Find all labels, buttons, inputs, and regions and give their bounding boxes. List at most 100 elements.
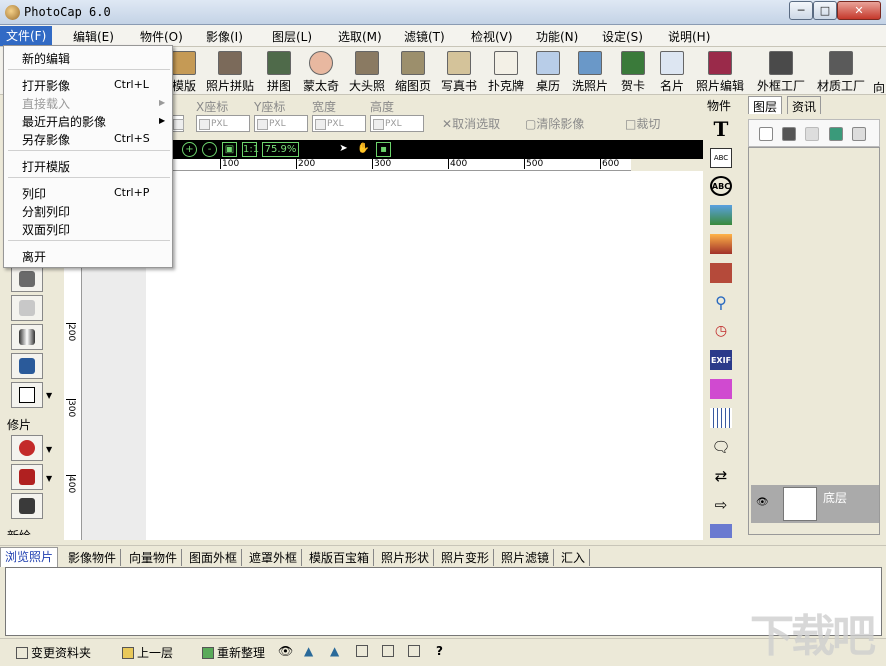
rectangle-dropdown-icon[interactable]: ▼ bbox=[46, 391, 52, 400]
rectangle-tool[interactable] bbox=[11, 382, 43, 408]
crop-button[interactable]: □裁切 bbox=[625, 115, 660, 132]
text-tool-icon[interactable]: T bbox=[710, 117, 732, 141]
select-area-icon[interactable]: ▪ bbox=[376, 142, 391, 157]
arrow-right-icon[interactable]: ⇨ bbox=[710, 495, 732, 515]
image-layer-icon[interactable] bbox=[829, 127, 843, 141]
menu-object[interactable]: 物件(O) bbox=[137, 28, 186, 45]
menu-view[interactable]: 检视(V) bbox=[468, 28, 516, 45]
lock-icon[interactable] bbox=[805, 127, 819, 141]
close-button[interactable]: ✕ bbox=[837, 1, 881, 20]
toolbar-photo-edit[interactable]: 照片编辑 bbox=[692, 49, 748, 93]
mountain-alt-icon[interactable]: ▲ bbox=[330, 644, 339, 658]
toolbar-montage[interactable]: 蒙太奇 bbox=[299, 49, 343, 93]
actual-size-icon[interactable]: 1:1 bbox=[242, 142, 259, 157]
toolbar-photo-collage[interactable]: 照片拼贴 bbox=[202, 49, 258, 93]
brush-tool[interactable] bbox=[11, 464, 43, 490]
tab-photo-shapes[interactable]: 照片形状 bbox=[377, 549, 435, 566]
menu-open-image[interactable]: 打开影像 bbox=[22, 77, 70, 94]
text-box-icon[interactable]: ABC bbox=[710, 148, 732, 168]
clone-tool[interactable] bbox=[11, 493, 43, 519]
red-eye-dropdown-icon[interactable]: ▼ bbox=[46, 445, 52, 454]
magnifier-icon[interactable]: ⚲ bbox=[710, 292, 732, 312]
menu-file[interactable]: 文件(F) bbox=[0, 26, 53, 46]
toolbar-id-photo[interactable]: 大头照 bbox=[345, 49, 389, 93]
toolbar-more[interactable]: 向 bbox=[872, 49, 886, 93]
new-layer-icon[interactable] bbox=[759, 127, 773, 141]
menu-new-edit[interactable]: 新的编辑 bbox=[22, 50, 70, 67]
toolbar-print-photo[interactable]: 洗照片 bbox=[568, 49, 612, 93]
toolbar-poker-card[interactable]: 扑克牌 bbox=[484, 49, 528, 93]
x-field[interactable]: PXL bbox=[196, 115, 250, 132]
circle-text-icon[interactable]: ABC bbox=[710, 176, 732, 196]
tab-photo-filters[interactable]: 照片滤镜 bbox=[497, 549, 555, 566]
fill-tool[interactable] bbox=[11, 295, 43, 321]
fit-window-icon[interactable]: ▣ bbox=[222, 142, 237, 157]
zoom-in-icon[interactable]: + bbox=[182, 142, 197, 157]
star-shape-icon[interactable] bbox=[710, 524, 732, 538]
sort-3-icon[interactable] bbox=[408, 644, 423, 658]
help-button[interactable]: ? bbox=[436, 644, 443, 658]
layer-properties-icon[interactable] bbox=[852, 127, 866, 141]
tab-page-frames[interactable]: 图面外框 bbox=[185, 549, 243, 566]
tab-info[interactable]: 资讯 bbox=[787, 96, 822, 114]
sort-1-icon[interactable] bbox=[356, 644, 371, 658]
toolbar-template[interactable]: 模版 bbox=[170, 49, 198, 93]
menu-image[interactable]: 影像(I) bbox=[203, 28, 246, 45]
deselect-button[interactable]: ✕取消选取 bbox=[442, 115, 500, 132]
clear-image-button[interactable]: ▢清除影像 bbox=[525, 115, 584, 132]
speech-bubble-icon[interactable]: 🗨 bbox=[710, 437, 732, 457]
minimize-button[interactable]: ─ bbox=[789, 1, 813, 20]
cake-icon[interactable] bbox=[710, 379, 732, 399]
tab-browse-photos[interactable]: 浏览照片 bbox=[0, 547, 59, 567]
brush-dropdown-icon[interactable]: ▼ bbox=[46, 474, 52, 483]
tab-photo-transform[interactable]: 照片变形 bbox=[437, 549, 495, 566]
tab-template-box[interactable]: 模版百宝箱 bbox=[305, 549, 375, 566]
zoom-out-icon[interactable]: - bbox=[202, 142, 217, 157]
calendar-icon[interactable] bbox=[710, 408, 732, 428]
image-object-icon[interactable] bbox=[710, 205, 732, 225]
toolbar-texture-factory[interactable]: 材质工厂 bbox=[813, 49, 869, 93]
maximize-button[interactable]: □ bbox=[813, 1, 837, 20]
height-field[interactable]: PXL bbox=[370, 115, 424, 132]
tab-import[interactable]: 汇入 bbox=[557, 549, 591, 566]
tab-image-objects[interactable]: 影像物件 bbox=[64, 549, 122, 566]
refresh-button[interactable]: 重新整理 bbox=[202, 644, 265, 661]
menu-settings[interactable]: 设定(S) bbox=[599, 28, 646, 45]
canvas-area[interactable] bbox=[82, 171, 712, 540]
menu-select[interactable]: 选取(M) bbox=[335, 28, 385, 45]
menu-duplex-print[interactable]: 双面列印 bbox=[22, 221, 70, 238]
frame-object-icon[interactable] bbox=[710, 263, 732, 283]
toolbar-frame-factory[interactable]: 外框工厂 bbox=[753, 49, 809, 93]
tab-mask-frames[interactable]: 遮罩外框 bbox=[245, 549, 303, 566]
width-field[interactable]: PXL bbox=[312, 115, 366, 132]
menu-filter[interactable]: 滤镜(T) bbox=[401, 28, 448, 45]
menu-exit[interactable]: 离开 bbox=[22, 248, 46, 265]
tab-layers[interactable]: 图层 bbox=[748, 96, 783, 114]
preview-eye-icon[interactable]: 👁 bbox=[278, 644, 293, 658]
toolbar-puzzle[interactable]: 拼图 bbox=[263, 49, 295, 93]
menu-print[interactable]: 列印 bbox=[22, 185, 46, 202]
toolbar-greeting-card[interactable]: 贺卡 bbox=[617, 49, 649, 93]
gradient-tool[interactable] bbox=[11, 324, 43, 350]
menu-layer[interactable]: 图层(L) bbox=[269, 28, 315, 45]
clock-icon[interactable]: ◷ bbox=[710, 321, 732, 341]
red-eye-tool[interactable] bbox=[11, 435, 43, 461]
menu-open-template[interactable]: 打开模版 bbox=[22, 158, 70, 175]
hand-tool-icon[interactable]: ✋ bbox=[356, 142, 371, 157]
stamp-tool[interactable] bbox=[11, 266, 43, 292]
menu-split-print[interactable]: 分割列印 bbox=[22, 203, 70, 220]
exif-icon[interactable]: EXIF bbox=[710, 350, 732, 370]
layer-row[interactable]: 👁 底层 bbox=[751, 485, 879, 523]
eyedropper-tool[interactable] bbox=[11, 353, 43, 379]
visibility-eye-icon[interactable]: 👁 bbox=[756, 497, 769, 508]
menu-edit[interactable]: 编辑(E) bbox=[70, 28, 117, 45]
toolbar-thumbnail-page[interactable]: 缩图页 bbox=[391, 49, 435, 93]
y-field[interactable]: PXL bbox=[254, 115, 308, 132]
menu-save-as[interactable]: 另存影像 bbox=[22, 131, 70, 148]
toolbar-business-card[interactable]: 名片 bbox=[656, 49, 688, 93]
sort-2-icon[interactable] bbox=[382, 644, 397, 658]
tab-vector-objects[interactable]: 向量物件 bbox=[125, 549, 183, 566]
canvas-page[interactable] bbox=[146, 171, 712, 540]
menu-help[interactable]: 说明(H) bbox=[665, 28, 713, 45]
sunset-image-icon[interactable] bbox=[710, 234, 732, 254]
